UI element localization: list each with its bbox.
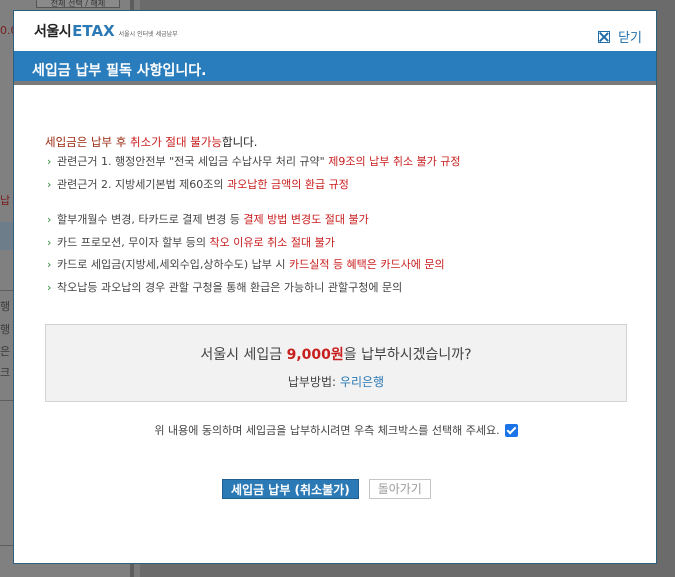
agreement-text: 위 내용에 동의하며 세입금을 납부하시려면 우측 체크박스를 선택해 주세요. xyxy=(154,424,500,437)
background-fragment: 납 xyxy=(0,194,11,207)
modal-top-bar: 서울시 ETAX 서울시 인터넷 세금납부 닫기 xyxy=(14,11,656,51)
list-item-emphasis: 결제 방법 변경도 절대 불가 xyxy=(243,213,369,226)
confirm-question: 서울시 세입금 9,000원을 납부하시겠습니까? xyxy=(46,344,626,364)
background-fragment: 행 xyxy=(0,300,11,313)
notice-heading-emphasis: 취소가 절대 불가능 xyxy=(130,135,222,149)
background-bar xyxy=(0,222,14,250)
chevron-right-icon: › xyxy=(47,280,52,294)
list-item-emphasis: 제9조의 납부 취소 불가 규정 xyxy=(328,155,461,168)
payment-method: 납부방법: 우리은행 xyxy=(46,373,626,390)
confirm-question-suffix: 을 납부하시겠습니까? xyxy=(343,347,472,363)
payment-method-value: 우리은행 xyxy=(339,375,385,389)
logo-etax-text: ETAX xyxy=(72,22,115,40)
list-item-text: 카드로 세입금(지방세,세외수입,상하수도) 납부 시 xyxy=(57,258,289,271)
list-item-text: 착오납등 과오납의 경우 관할 구청을 통해 환급은 가능하니 관할구청에 문의 xyxy=(57,280,403,294)
close-icon[interactable] xyxy=(598,30,611,43)
close-button[interactable]: 닫기 xyxy=(598,27,642,46)
notice-heading: 세입금은 납부 후 취소가 절대 불가능합니다. xyxy=(45,134,257,150)
list-item: › 관련근거 1. 행정안전부 "전국 세입금 수납사무 처리 규약" 제9조의… xyxy=(47,151,461,174)
list-item-emphasis: 과오납한 금액의 환급 규정 xyxy=(227,177,349,191)
background-divider xyxy=(0,545,14,546)
legal-basis-list: › 관련근거 1. 행정안전부 "전국 세입금 수납사무 처리 규약" 제9조의… xyxy=(47,151,461,196)
chevron-right-icon: › xyxy=(47,235,52,249)
payment-amount: 9,000원 xyxy=(286,347,344,363)
chevron-right-icon: › xyxy=(47,213,52,226)
list-item-text: 할부개월수 변경, 타카드로 결제 변경 등 xyxy=(57,213,244,226)
list-item: › 착오납등 과오납의 경우 관할 구청을 통해 환급은 가능하니 관할구청에 … xyxy=(47,277,445,300)
payment-method-label: 납부방법: xyxy=(287,375,340,389)
background-fragment: 행 xyxy=(0,323,11,336)
agreement-row: 위 내용에 동의하며 세입금을 납부하시려면 우측 체크박스를 선택해 주세요. xyxy=(14,422,658,438)
pay-button[interactable]: 세입금 납부 (취소불가) xyxy=(222,479,359,499)
list-item: › 카드로 세입금(지방세,세외수입,상하수도) 납부 시 카드실적 등 혜택은… xyxy=(47,254,445,277)
notice-heading-part1: 세입금은 납부 후 xyxy=(45,135,131,149)
list-item: › 할부개월수 변경, 타카드로 결제 변경 등 결제 방법 변경도 절대 불가 xyxy=(47,209,445,232)
back-button[interactable]: 돌아가기 xyxy=(368,479,431,499)
agreement-checkbox[interactable] xyxy=(504,423,518,437)
confirm-question-prefix: 서울시 세입금 xyxy=(200,347,287,363)
logo-subtitle: 서울시 인터넷 세금납부 xyxy=(118,31,178,38)
logo-main-text: 서울시 xyxy=(34,24,72,40)
list-item: › 카드 프로모션, 무이자 할부 등의 착오 이유로 취소 절대 불가 xyxy=(47,232,445,255)
background-select-all-button: 전체 선택 / 해제 xyxy=(36,0,120,8)
background-fragment: 은 xyxy=(0,345,11,358)
close-label[interactable]: 닫기 xyxy=(618,27,642,46)
modal-title: 세입금 납부 필독 사항입니다. xyxy=(32,63,207,79)
background-divider xyxy=(0,400,14,401)
modal-header: 세입금 납부 필독 사항입니다. xyxy=(14,51,656,85)
list-item: › 관련근거 2. 지방세기본법 제60조의 과오납한 금액의 환급 규정 xyxy=(47,174,461,197)
list-item-text: 관련근거 1. 행정안전부 "전국 세입금 수납사무 처리 규약" xyxy=(57,155,329,168)
etax-logo: 서울시 ETAX 서울시 인터넷 세금납부 xyxy=(34,21,178,41)
caution-list: › 할부개월수 변경, 타카드로 결제 변경 등 결제 방법 변경도 절대 불가… xyxy=(47,209,445,299)
chevron-right-icon: › xyxy=(47,155,52,168)
chevron-right-icon: › xyxy=(47,258,52,271)
list-item-emphasis: 착오 이유로 취소 절대 불가 xyxy=(209,235,335,249)
background-fragment: 크 xyxy=(0,366,11,379)
action-buttons: 세입금 납부 (취소불가) 돌아가기 xyxy=(222,479,431,499)
list-item-text: 관련근거 2. 지방세기본법 제60조의 xyxy=(57,177,228,191)
chevron-right-icon: › xyxy=(47,177,52,191)
payment-notice-modal: 서울시 ETAX 서울시 인터넷 세금납부 닫기 세입금 납부 필독 사항입니다… xyxy=(13,10,657,564)
list-item-text: 카드 프로모션, 무이자 할부 등의 xyxy=(57,235,210,249)
list-item-emphasis: 카드실적 등 혜택은 카드사에 문의 xyxy=(288,258,445,271)
notice-heading-part3: 합니다. xyxy=(221,135,258,149)
background-divider xyxy=(0,290,14,291)
payment-confirm-box: 서울시 세입금 9,000원을 납부하시겠습니까? 납부방법: 우리은행 xyxy=(45,324,627,402)
